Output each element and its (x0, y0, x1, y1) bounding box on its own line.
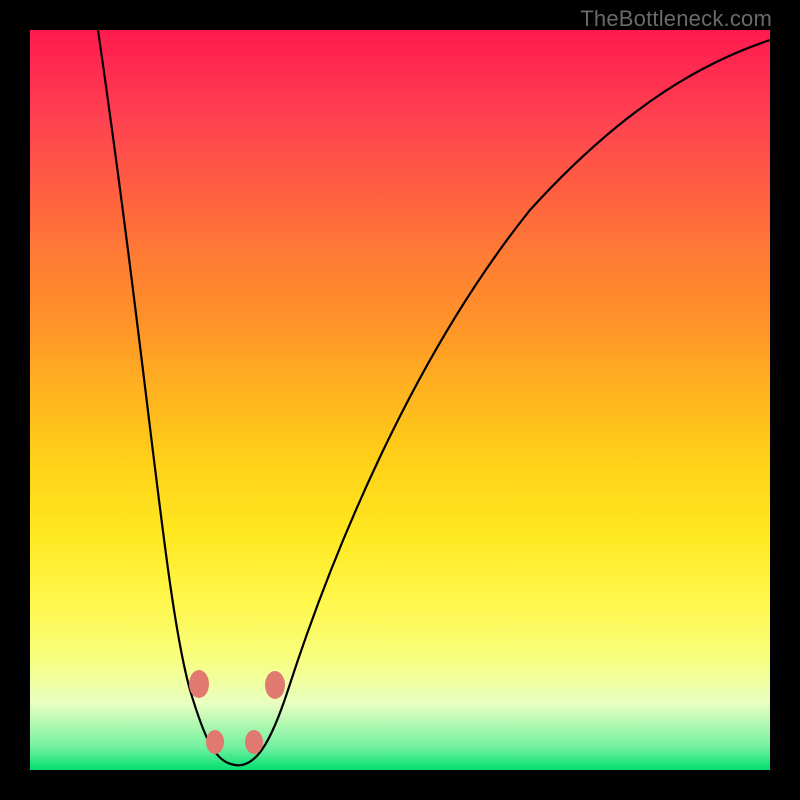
marker-dot (206, 730, 224, 754)
marker-dot (265, 671, 285, 699)
marker-dot (189, 670, 209, 698)
bottleneck-curve (98, 30, 770, 765)
plot-area (30, 30, 770, 770)
watermark-text: TheBottleneck.com (580, 6, 772, 32)
marker-dot (245, 730, 263, 754)
outer-frame: TheBottleneck.com (0, 0, 800, 800)
chart-svg (30, 30, 770, 770)
